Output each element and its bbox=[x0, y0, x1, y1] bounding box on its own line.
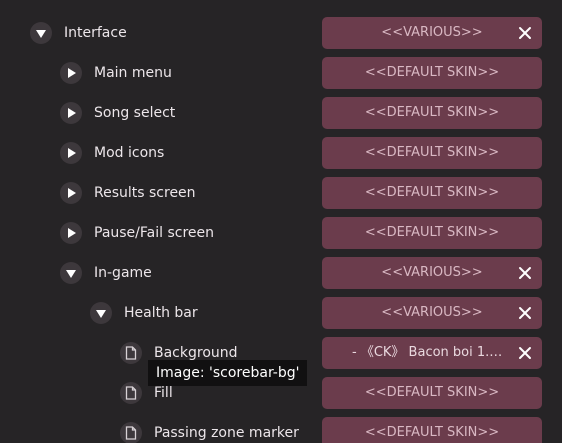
tree-row-mod-icons: Mod icons <<DEFAULT SKIN>> bbox=[0, 137, 562, 169]
chevron-right-icon[interactable] bbox=[60, 62, 82, 84]
dropdown-value: <<DEFAULT SKIN>> bbox=[364, 105, 500, 120]
skin-dropdown[interactable]: <<VARIOUS>> bbox=[322, 297, 542, 329]
close-icon[interactable] bbox=[518, 266, 532, 280]
skin-dropdown[interactable]: <<DEFAULT SKIN>> bbox=[322, 137, 542, 169]
dropdown-value: <<DEFAULT SKIN>> bbox=[364, 65, 500, 80]
file-icon bbox=[120, 422, 142, 443]
row-label: In-game bbox=[94, 265, 152, 281]
row-label: Mod icons bbox=[94, 145, 165, 161]
chevron-down-icon[interactable] bbox=[30, 22, 52, 44]
dropdown-value: <<DEFAULT SKIN>> bbox=[364, 185, 500, 200]
tree-row-results-screen: Results screen <<DEFAULT SKIN>> bbox=[0, 177, 562, 209]
dropdown-value: <<VARIOUS>> bbox=[381, 305, 483, 320]
skin-dropdown[interactable]: <<DEFAULT SKIN>> bbox=[322, 177, 542, 209]
dropdown-value: - 《CK》 Bacon boi 1.0 『b... bbox=[352, 345, 510, 360]
file-icon bbox=[120, 342, 142, 364]
dropdown-value: <<VARIOUS>> bbox=[381, 25, 483, 40]
dropdown-value: <<DEFAULT SKIN>> bbox=[364, 425, 500, 440]
chevron-right-icon[interactable] bbox=[60, 142, 82, 164]
tree-row-in-game: In-game <<VARIOUS>> bbox=[0, 257, 562, 289]
dropdown-value: <<DEFAULT SKIN>> bbox=[364, 225, 500, 240]
row-label: Results screen bbox=[94, 185, 196, 201]
tree-row-interface: Interface <<VARIOUS>> bbox=[0, 17, 562, 49]
skin-dropdown[interactable]: <<DEFAULT SKIN>> bbox=[322, 97, 542, 129]
chevron-right-icon[interactable] bbox=[60, 222, 82, 244]
skin-dropdown[interactable]: <<VARIOUS>> bbox=[322, 257, 542, 289]
skin-dropdown[interactable]: <<DEFAULT SKIN>> bbox=[322, 377, 542, 409]
chevron-right-icon[interactable] bbox=[60, 182, 82, 204]
tree-row-song-select: Song select <<DEFAULT SKIN>> bbox=[0, 97, 562, 129]
chevron-down-icon[interactable] bbox=[60, 262, 82, 284]
tree-row-pause-fail-screen: Pause/Fail screen <<DEFAULT SKIN>> bbox=[0, 217, 562, 249]
row-label: Pause/Fail screen bbox=[94, 225, 215, 241]
tooltip-text: Image: 'scorebar-bg' bbox=[156, 365, 300, 381]
chevron-down-icon[interactable] bbox=[90, 302, 112, 324]
chevron-right-icon[interactable] bbox=[60, 102, 82, 124]
close-icon[interactable] bbox=[518, 306, 532, 320]
skin-dropdown[interactable]: <<DEFAULT SKIN>> bbox=[322, 417, 542, 443]
skin-dropdown[interactable]: <<DEFAULT SKIN>> bbox=[322, 57, 542, 89]
row-label: Passing zone marker bbox=[154, 425, 299, 441]
tree-row-main-menu: Main menu <<DEFAULT SKIN>> bbox=[0, 57, 562, 89]
dropdown-value: <<DEFAULT SKIN>> bbox=[364, 145, 500, 160]
row-label: Main menu bbox=[94, 65, 172, 81]
skin-layout-panel: Interface <<VARIOUS>> Main menu <<DEFAUL… bbox=[0, 0, 562, 443]
skin-dropdown[interactable]: - 《CK》 Bacon boi 1.0 『b... bbox=[322, 337, 542, 369]
file-icon bbox=[120, 382, 142, 404]
row-label: Health bar bbox=[124, 305, 198, 321]
skin-dropdown[interactable]: <<DEFAULT SKIN>> bbox=[322, 217, 542, 249]
tooltip: Image: 'scorebar-bg' bbox=[148, 360, 308, 386]
skin-dropdown[interactable]: <<VARIOUS>> bbox=[322, 17, 542, 49]
dropdown-value: <<DEFAULT SKIN>> bbox=[364, 385, 500, 400]
tree-row-health-bar: Health bar <<VARIOUS>> bbox=[0, 297, 562, 329]
dropdown-value: <<VARIOUS>> bbox=[381, 265, 483, 280]
close-icon[interactable] bbox=[518, 346, 532, 360]
row-label: Interface bbox=[64, 25, 127, 41]
tree-row-passing-zone-marker: Passing zone marker <<DEFAULT SKIN>> bbox=[0, 417, 562, 443]
close-icon[interactable] bbox=[518, 26, 532, 40]
row-label: Song select bbox=[94, 105, 176, 121]
